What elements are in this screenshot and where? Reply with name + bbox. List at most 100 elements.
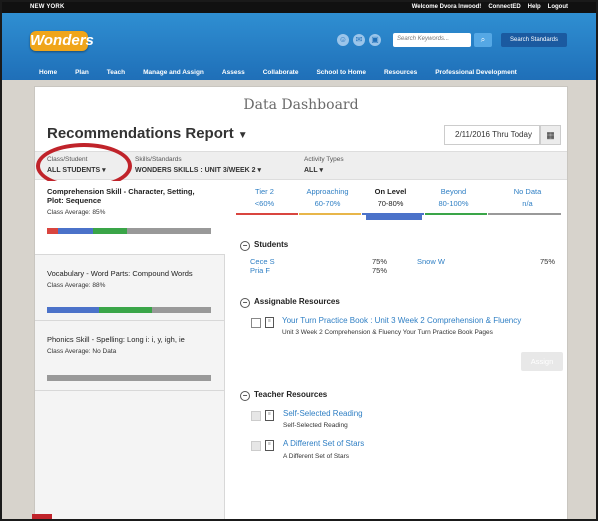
class-student-label: Class/Student	[47, 156, 88, 163]
class-average: Class Average: 85%	[47, 209, 106, 216]
resource-link[interactable]: A Different Set of Stars	[283, 439, 364, 448]
tier-color-line	[425, 213, 487, 215]
activity-types-value: ALL	[304, 167, 318, 174]
student-score: 75%	[540, 257, 556, 266]
tier-name: On Level	[374, 187, 407, 196]
resource-description: A Different Set of Stars	[283, 453, 349, 460]
students-section-toggle[interactable]: − Students	[240, 240, 288, 251]
nav-home[interactable]: Home	[2, 69, 66, 76]
distribution-segment	[47, 307, 100, 313]
skills-list: Comprehension Skill - Character, Setting…	[35, 181, 225, 519]
nav-school-to-home[interactable]: School to Home	[307, 69, 374, 76]
activity-types-filter[interactable]: Activity Types ALL ▾	[304, 156, 344, 174]
header-icons: ☺ ✉ ▣	[337, 34, 381, 46]
tier-color-line	[488, 213, 561, 215]
class-student-value: ALL STUDENTS	[47, 167, 101, 174]
filter-bar: Class/Student ALL STUDENTS ▾ Skills/Stan…	[35, 143, 567, 189]
assign-button[interactable]: Assign	[521, 352, 563, 371]
tier-color-line	[299, 213, 361, 215]
teacher-heading: Teacher Resources	[254, 390, 328, 399]
resource-link[interactable]: Your Turn Practice Book : Unit 3 Week 2 …	[282, 316, 521, 325]
skill-item[interactable]: Comprehension Skill - Character, Setting…	[35, 181, 225, 255]
score-distribution-bar	[47, 307, 211, 313]
score-distribution-bar	[47, 228, 211, 234]
tier-name: Approaching	[306, 187, 349, 196]
nav-resources[interactable]: Resources	[375, 69, 426, 76]
resource-link[interactable]: Self-Selected Reading	[283, 409, 363, 418]
distribution-segment	[47, 375, 211, 381]
top-bar: NEW YORK Welcome Dvora Inwood! ConnectED…	[2, 2, 596, 13]
nav-plan[interactable]: Plan	[66, 69, 98, 76]
resource-description: Self-Selected Reading	[283, 422, 348, 429]
skill-item[interactable]: Phonics Skill - Spelling: Long i: i, y, …	[35, 321, 225, 391]
nav-assess[interactable]: Assess	[213, 69, 254, 76]
skills-standards-filter[interactable]: Skills/Standards WONDERS SKILLS : UNIT 3…	[135, 156, 261, 174]
report-selector[interactable]: Recommendations Report ▼	[47, 125, 248, 142]
collapse-icon[interactable]: −	[240, 241, 250, 251]
report-title: Recommendations Report	[47, 125, 234, 142]
user-icon[interactable]: ☺	[337, 34, 349, 46]
chevron-down-icon: ▾	[319, 167, 323, 174]
nav-teach[interactable]: Teach	[98, 69, 134, 76]
resource-checkbox[interactable]	[251, 441, 261, 451]
tier-range: n/a	[522, 199, 533, 208]
connected-link[interactable]: ConnectED	[488, 4, 520, 10]
tier-name: No Data	[513, 187, 542, 196]
student-score: 75%	[372, 266, 388, 275]
tier-tier-2[interactable]: Tier 2 <60%	[236, 187, 293, 208]
tier-beyond[interactable]: Beyond 80-100%	[425, 187, 482, 208]
score-distribution-bar	[47, 375, 211, 381]
distribution-segment	[151, 307, 211, 313]
tier-on-level[interactable]: On Level 70-80%	[362, 187, 419, 208]
site-header: Wonders ☺ ✉ ▣ Search Keywords... ⌕ Searc…	[2, 13, 596, 80]
resource-checkbox[interactable]	[251, 411, 261, 421]
assignable-section-toggle[interactable]: − Assignable Resources	[240, 297, 340, 308]
tier-color-line	[236, 213, 298, 215]
welcome-text: Welcome Dvora Inwood!	[411, 4, 482, 10]
resource-description: Unit 3 Week 2 Comprehension & Fluency Yo…	[282, 329, 493, 336]
tier-no-data[interactable]: No Data n/a	[499, 187, 556, 208]
class-average: Class Average: No Data	[47, 348, 117, 355]
assignable-heading: Assignable Resources	[254, 297, 340, 306]
wonders-logo[interactable]: Wonders	[30, 31, 94, 51]
document-icon: ≡	[265, 410, 274, 421]
skills-standards-label: Skills/Standards	[135, 156, 182, 163]
skill-name: Phonics Skill - Spelling: Long i: i, y, …	[47, 335, 185, 344]
document-icon: ≡	[265, 317, 274, 328]
skill-item[interactable]: Vocabulary - Word Parts: Compound Words …	[35, 255, 225, 321]
message-icon[interactable]: ✉	[353, 34, 365, 46]
skill-name: Vocabulary - Word Parts: Compound Words	[47, 269, 193, 278]
calendar-icon[interactable]: ▦	[540, 125, 561, 145]
distribution-segment	[99, 307, 152, 313]
nav-collaborate[interactable]: Collaborate	[254, 69, 308, 76]
nav-professional-development[interactable]: Professional Development	[426, 69, 526, 76]
browser-frame: NEW YORK Welcome Dvora Inwood! ConnectED…	[0, 0, 598, 521]
search-icon[interactable]: ⌕	[474, 33, 492, 47]
resource-checkbox[interactable]	[251, 318, 261, 328]
nav-manage-assign[interactable]: Manage and Assign	[134, 69, 213, 76]
student-link[interactable]: Pria F	[250, 266, 270, 275]
tier-name: Beyond	[440, 187, 467, 196]
page-title: Data Dashboard	[243, 97, 359, 113]
search-input[interactable]: Search Keywords...	[393, 33, 471, 47]
main-nav: Home Plan Teach Manage and Assign Assess…	[2, 65, 596, 80]
tier-approaching[interactable]: Approaching 60-70%	[299, 187, 356, 208]
student-link[interactable]: Cece S	[250, 257, 275, 266]
help-link[interactable]: Help	[528, 4, 541, 10]
logout-link[interactable]: Logout	[548, 4, 568, 10]
student-link[interactable]: Snow W	[417, 257, 445, 266]
selected-tier-indicator	[366, 215, 422, 220]
tier-range: 80-100%	[438, 199, 469, 208]
class-average: Class Average: 88%	[47, 282, 106, 289]
calendar-icon[interactable]: ▣	[369, 34, 381, 46]
collapse-icon[interactable]: −	[240, 391, 250, 401]
publisher-logo	[32, 514, 52, 519]
search-standards-button[interactable]: Search Standards	[501, 33, 567, 47]
teacher-section-toggle[interactable]: − Teacher Resources	[240, 390, 327, 401]
collapse-icon[interactable]: −	[240, 298, 250, 308]
class-student-filter[interactable]: Class/Student ALL STUDENTS ▾	[47, 156, 106, 174]
date-range-field[interactable]: 2/11/2016 Thru Today	[444, 125, 540, 145]
distribution-segment	[127, 228, 211, 234]
students-heading: Students	[254, 240, 289, 249]
tier-range: 60-70%	[314, 199, 341, 208]
